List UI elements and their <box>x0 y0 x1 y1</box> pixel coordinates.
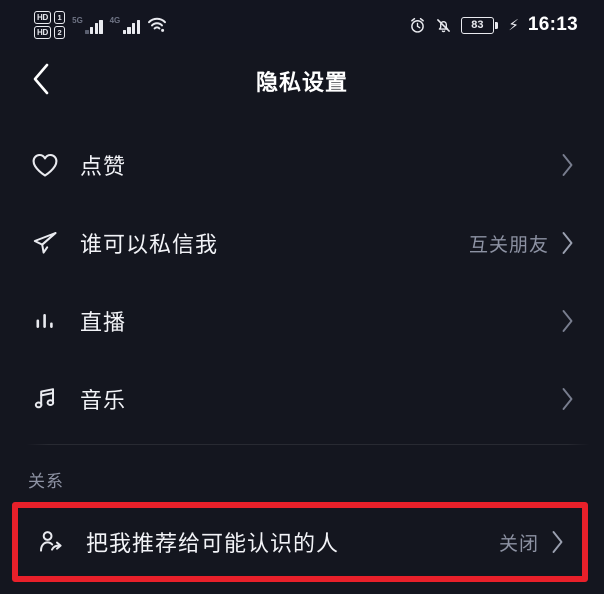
page-title: 隐私设置 <box>255 70 348 95</box>
signal-bar <box>99 19 103 34</box>
lightning-bolt-icon: ⚡ <box>508 17 519 34</box>
signal-bar <box>127 26 131 34</box>
chevron-right-icon <box>561 231 574 255</box>
live-bars-icon <box>28 304 62 338</box>
list-item-label: 谁可以私信我 <box>80 232 219 257</box>
list-item-value: 互关朋友 <box>468 234 549 256</box>
signal-bar <box>122 29 126 34</box>
battery-icon: 83 <box>460 16 499 34</box>
status-bar: HD 1 HD 2 5G 4G 83 ⚡ 16:13 <box>0 0 604 50</box>
list-item-label: 直播 <box>80 310 127 335</box>
list-item-value: 关闭 <box>498 533 539 555</box>
signal-bar <box>85 29 89 34</box>
chevron-right-icon <box>561 387 574 411</box>
back-button[interactable] <box>18 58 64 104</box>
battery-level-label: 83 <box>460 16 494 34</box>
sim1-row: HD 1 <box>34 11 66 24</box>
signal-bar <box>90 26 94 34</box>
nav-bar: 隐私设置 <box>0 50 604 112</box>
status-bar-right: 83 ⚡ 16:13 <box>409 14 578 36</box>
dual-sim-hd-indicator: HD 1 HD 2 <box>34 11 66 39</box>
person-share-icon <box>34 525 68 559</box>
chevron-right-icon <box>551 530 564 554</box>
music-note-icon <box>28 382 62 416</box>
status-bar-clock: 16:13 <box>527 14 578 35</box>
list-item-label: 音乐 <box>80 388 127 413</box>
hd-badge-icon: HD <box>34 11 51 24</box>
battery-cap <box>495 21 499 29</box>
sim-1-badge-icon: 1 <box>53 11 66 24</box>
signal-bar <box>132 23 136 34</box>
signal-strength-5g-icon: 5G <box>72 15 103 34</box>
highlight-annotation-wrapper: 把我推荐给可能认识的人 关闭 <box>12 502 588 582</box>
list-item-live[interactable]: 直播 <box>0 282 604 360</box>
list-item-music[interactable]: 音乐 <box>0 360 604 438</box>
sim-2-badge-icon: 2 <box>53 26 66 39</box>
alarm-clock-icon <box>409 17 426 34</box>
network-type-label: 4G <box>109 15 121 25</box>
signal-bar <box>94 23 98 34</box>
red-highlight-box: 把我推荐给可能认识的人 关闭 <box>12 502 588 582</box>
section-header-relationships: 关系 <box>28 472 64 491</box>
network-type-label: 5G <box>72 15 83 25</box>
bell-muted-icon <box>435 17 452 34</box>
signal-strength-4g-icon: 4G <box>109 15 140 34</box>
chevron-left-icon <box>30 62 52 101</box>
list-item-likes[interactable]: 点赞 <box>0 126 604 204</box>
hd-badge-icon: HD <box>34 26 51 39</box>
chevron-right-icon <box>561 153 574 177</box>
signal-bar <box>136 19 140 34</box>
paper-plane-icon <box>28 226 62 260</box>
status-bar-left: HD 1 HD 2 5G 4G <box>34 11 167 39</box>
chevron-right-icon <box>561 309 574 333</box>
list-item-label: 点赞 <box>80 154 127 179</box>
list-item-recommend-me-to-people-you-may-know[interactable]: 把我推荐给可能认识的人 关闭 <box>18 508 582 576</box>
list-item-label: 把我推荐给可能认识的人 <box>86 531 340 556</box>
wifi-icon <box>147 17 167 33</box>
settings-list: 点赞 谁可以私信我 互关朋友 直播 音乐 关系 把我推荐给可能认识的人 关闭 <box>0 112 604 582</box>
heart-icon <box>28 148 62 182</box>
sim2-row: HD 2 <box>34 26 66 39</box>
list-item-who-can-dm-me[interactable]: 谁可以私信我 互关朋友 <box>0 204 604 282</box>
